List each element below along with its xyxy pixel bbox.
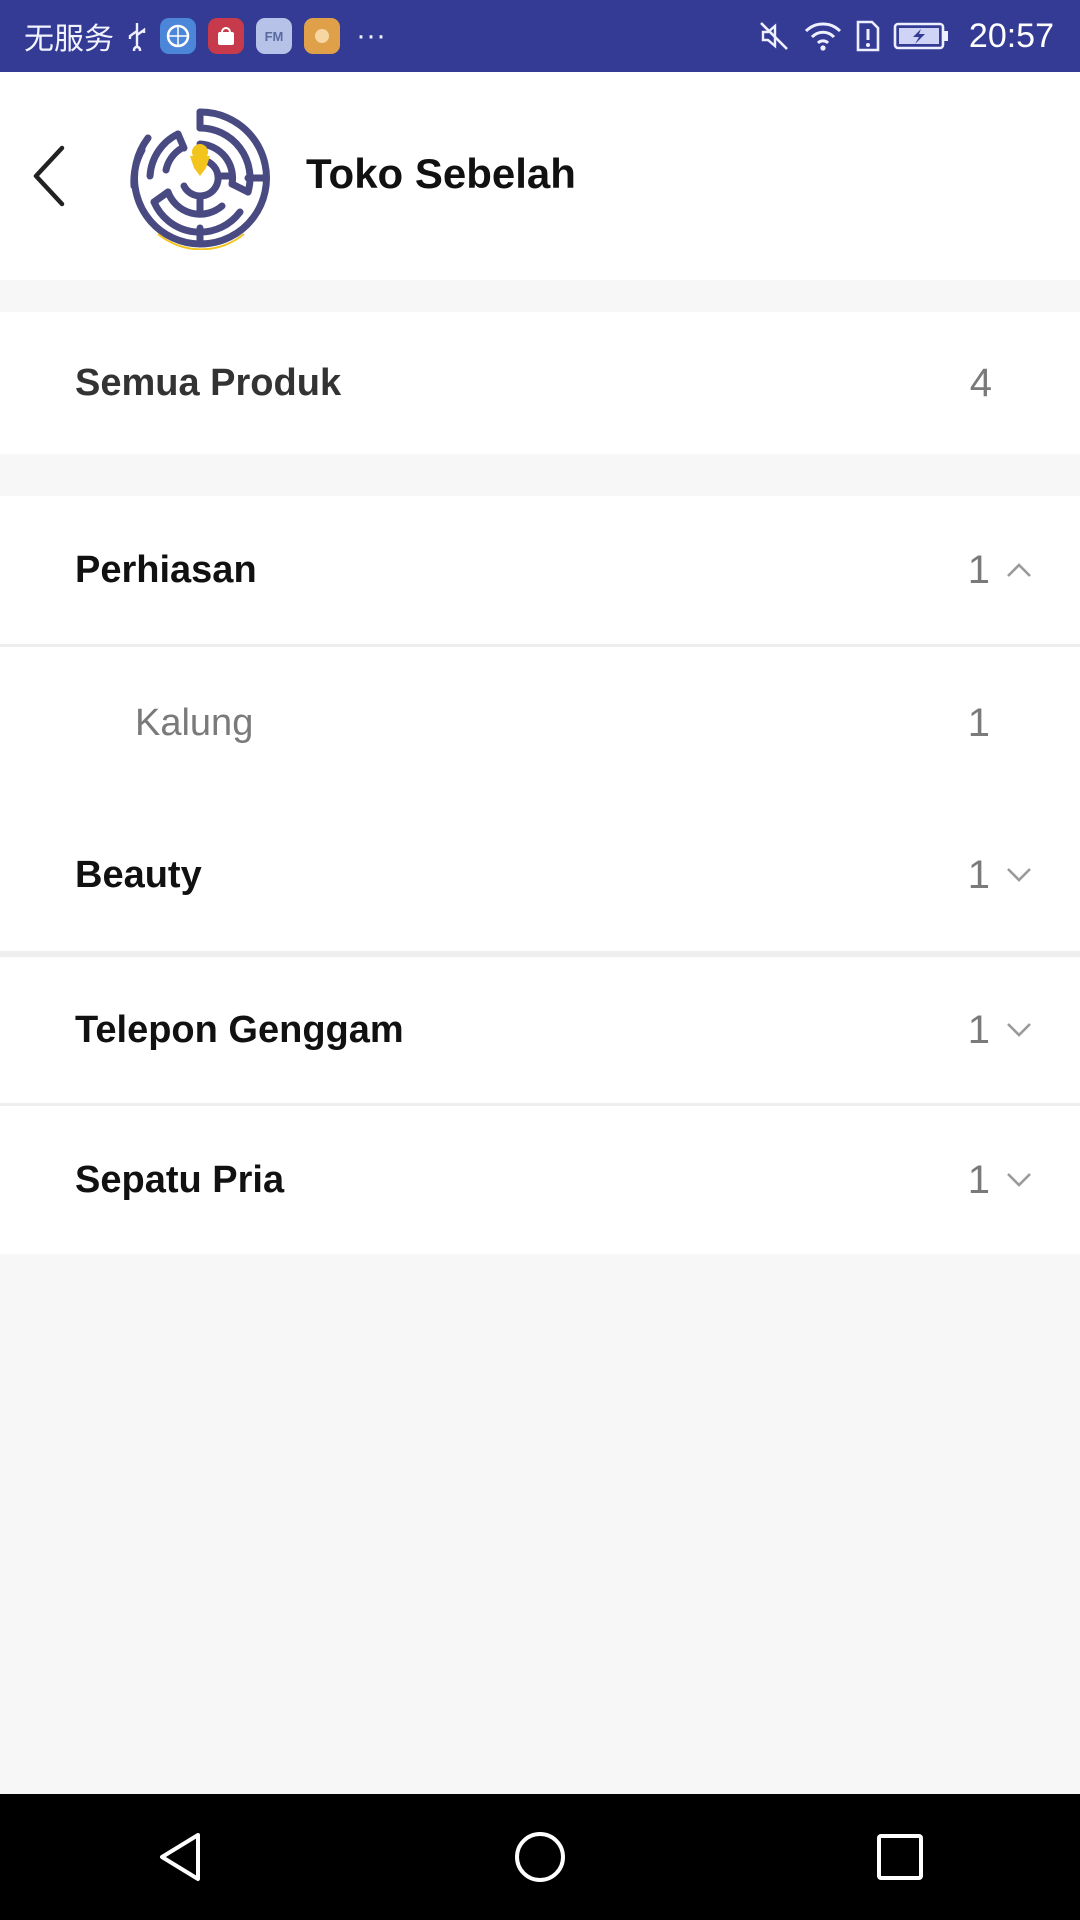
category-label: Beauty xyxy=(75,853,202,896)
all-products-row[interactable]: Semua Produk 4 xyxy=(0,312,1080,454)
category-row-perhiasan[interactable]: Perhiasan 1 xyxy=(0,496,1080,644)
browser-app-icon xyxy=(160,18,196,54)
chevron-up-icon xyxy=(1006,557,1032,583)
category-count: 1 xyxy=(967,547,990,592)
circle-home-icon xyxy=(515,1832,565,1882)
system-nav-bar xyxy=(0,1794,1080,1920)
status-bar: 无服务 FM ··· 20:57 xyxy=(0,0,1080,72)
maze-logo-icon xyxy=(130,108,270,251)
muted-icon xyxy=(757,19,791,53)
subcategory-label: Kalung xyxy=(135,701,254,744)
status-left: 无服务 FM ··· xyxy=(24,14,386,58)
category-label: Sepatu Pria xyxy=(75,1158,285,1201)
category-label: Telepon Genggam xyxy=(75,1008,404,1051)
all-products-count: 4 xyxy=(969,360,992,405)
chevron-down-icon xyxy=(1006,862,1032,888)
subcategory-row-kalung[interactable]: Kalung 1 xyxy=(0,647,1080,799)
status-right: 20:57 xyxy=(757,17,1054,56)
category-count: 1 xyxy=(967,1007,990,1052)
category-row-beauty[interactable]: Beauty 1 xyxy=(0,799,1080,951)
sim-alert-icon xyxy=(855,19,881,53)
chevron-down-icon xyxy=(1006,1167,1032,1193)
screen: 无服务 FM ··· 20:57 Toko Sebelah Semua Prod… xyxy=(0,0,1080,1920)
carrier-text: 无服务 xyxy=(24,22,114,57)
more-notifications-icon: ··· xyxy=(356,19,386,52)
nav-back-button[interactable] xyxy=(140,1817,220,1897)
clock-text: 20:57 xyxy=(968,16,1054,55)
nav-home-button[interactable] xyxy=(500,1817,580,1897)
square-recents-icon xyxy=(877,1834,923,1880)
shop-app-icon xyxy=(208,18,244,54)
category-row-sepatu-pria[interactable]: Sepatu Pria 1 xyxy=(0,1106,1080,1254)
photo-app-icon xyxy=(304,18,340,54)
shop-header: Toko Sebelah xyxy=(0,72,1080,280)
back-button[interactable] xyxy=(22,136,74,216)
wifi-icon xyxy=(803,19,843,53)
usb-icon xyxy=(126,21,148,51)
chevron-left-icon xyxy=(33,145,65,207)
category-row-telepon-genggam[interactable]: Telepon Genggam 1 xyxy=(0,957,1080,1103)
shop-logo xyxy=(128,106,272,251)
nav-recents-button[interactable] xyxy=(860,1817,940,1897)
triangle-back-icon xyxy=(160,1833,200,1881)
battery-charging-icon xyxy=(893,21,951,51)
chevron-down-icon xyxy=(1006,1017,1032,1043)
subcategory-count: 1 xyxy=(967,700,990,745)
category-count: 1 xyxy=(967,1157,990,1202)
shop-title: Toko Sebelah xyxy=(306,150,576,197)
fm-app-icon: FM xyxy=(256,18,292,54)
all-products-label: Semua Produk xyxy=(75,361,342,404)
category-label: Perhiasan xyxy=(75,548,257,591)
category-count: 1 xyxy=(967,852,990,897)
